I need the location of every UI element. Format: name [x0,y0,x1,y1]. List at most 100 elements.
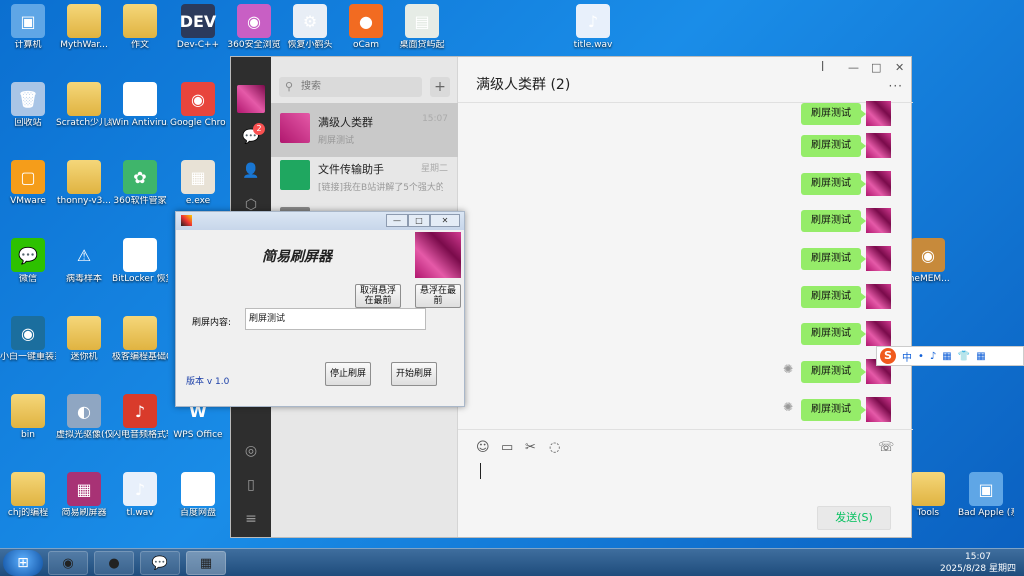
desktop-icon[interactable]: 💬 微信 [0,238,56,285]
desktop-icon[interactable]: ♪ tl.wav [112,472,168,519]
desktop-icon[interactable]: ⚙ 恢复小鹤头 [282,4,338,51]
desktop-icon[interactable]: 极客编程基础00bc [112,316,168,363]
desktop-icon[interactable]: Scratch少儿编程软件 [56,82,112,129]
folder-icon[interactable]: ▭ [501,440,513,455]
desktop-icon[interactable]: DEV Dev-C++ [170,4,226,51]
message-avatar[interactable] [866,208,891,233]
desktop-icon-label: title.wav [573,40,613,50]
more-icon[interactable]: ··· [889,79,903,93]
chat-title: 满级人类群 (2) [476,77,571,93]
chat-bubble-icon[interactable]: ◌ [549,440,560,455]
message-bubble[interactable]: 刷屏测试 [801,135,866,157]
chrome-taskbar-icon[interactable]: ◉ [48,551,88,575]
ime-item[interactable]: ▦ [942,351,951,362]
desktop-icon[interactable]: ◐ 虚拟光驱像(仅Win7) [56,394,112,441]
stop-button[interactable]: 停止刷屏 [325,362,371,386]
desktop-icon[interactable]: ⚠ 病毒样本 [56,238,112,285]
desktop-icon[interactable]: ◉ 小白一键重装系统 [0,316,56,363]
desktop-icon[interactable]: 🗑 回收站 [0,82,56,129]
message-bubble[interactable]: 刷屏测试 [801,103,866,125]
desktop-icon-glyph: ☁ [181,472,215,506]
desktop-icon[interactable]: ● oCam [338,4,394,51]
minimize-button[interactable]: — [386,214,408,227]
desktop-icon[interactable]: ▤ BitLocker 恢复密钥 B3... [112,238,168,285]
chat-list-item[interactable]: 文件传输助手 [链接]我在B站讲解了5个强大的... 星期二 [271,150,458,204]
my-avatar[interactable] [237,85,265,113]
chat-icon[interactable]: 💬 2 [241,123,265,147]
message-avatar[interactable] [866,321,891,346]
add-button[interactable]: + [430,77,450,97]
wechat-taskbar-icon[interactable]: 💬 [140,551,180,575]
message-avatar[interactable] [866,133,891,158]
desktop-icon[interactable]: ◉ Google Chrome [170,82,226,129]
message-avatar[interactable] [866,246,891,271]
desktop-icon-glyph: ▢ [11,160,45,194]
desktop-icon[interactable]: ◉ 360安全浏览 [226,4,282,51]
contacts-icon[interactable]: 👤 [241,161,261,181]
text-cursor[interactable] [480,463,481,479]
message-bubble[interactable]: 刷屏测试 [801,248,866,270]
close-button[interactable]: ✕ [430,214,460,227]
desktop-icon[interactable]: ◎ Win Antiviru... [112,82,168,129]
phone-icon[interactable]: ▯ [241,475,261,495]
message-avatar[interactable] [866,397,891,422]
cancel-topmost-button[interactable]: 取消悬浮在最前 [355,284,401,308]
start-button[interactable]: ⊞ [3,550,43,576]
message-bubble[interactable]: 刷屏测试 [801,210,866,232]
maximize-button[interactable]: □ [871,61,881,74]
clock[interactable]: 15:07 2025/8/28 星期四 [940,551,1016,575]
desktop-icon[interactable]: bin [0,394,56,441]
ocam-taskbar-icon[interactable]: ● [94,551,134,575]
desktop-icon[interactable]: 迷你机 [56,316,112,363]
desktop-icon-label: 小白一键重装系统 [0,352,56,362]
start-button[interactable]: 开始刷屏 [391,362,437,386]
chat-time: 星期二 [420,164,448,174]
title-bar[interactable]: — □ ✕ [176,212,464,230]
message-avatar[interactable] [866,101,891,126]
chat-preview: [链接]我在B站讲解了5个强大的... [318,183,443,193]
desktop-icon[interactable]: chj的编程 [0,472,56,519]
message-bubble[interactable]: 刷屏测试 [801,173,866,195]
topmost-button[interactable]: 悬浮在最前 [415,284,461,308]
send-button[interactable]: 发送(S) [817,506,891,530]
search-input[interactable]: ⚲ 搜索 [279,77,422,97]
message-bubble[interactable]: 刷屏测试 [801,286,866,308]
ime-item[interactable]: 中 [902,349,912,364]
desktop-icon[interactable]: ▦ e.exe [170,160,226,207]
ime-item[interactable]: ♪ [930,351,936,362]
content-input[interactable]: 刷屏测试 [245,308,426,330]
desktop-icon[interactable]: ▢ VMware [0,160,56,207]
emoji-icon[interactable]: ☺ [476,440,490,455]
message-avatar[interactable] [866,284,891,309]
spam-tool-taskbar-icon[interactable]: ▦ [186,551,226,575]
desktop-icon[interactable]: 作文 [112,4,168,51]
close-button[interactable]: ✕ [895,61,904,74]
desktop-icon[interactable]: ▣ 计算机 [0,4,56,51]
scissors-icon[interactable]: ✂ [525,440,536,455]
ime-item[interactable]: 👕 [958,351,970,362]
ime-toolbar[interactable]: S 中 • ♪ ▦ 👕 ▦ [876,346,1024,366]
desktop-icon[interactable]: ▣ Bad Apple (系统崩... [958,472,1014,519]
chat-list-item[interactable]: 满级人类群 刷屏测试 15:07 [271,103,458,157]
message-avatar[interactable] [866,171,891,196]
desktop-icon[interactable]: ♪ title.wav [565,4,621,51]
message-bubble[interactable]: 刷屏测试 [801,361,866,383]
pin-icon[interactable]: ꟾ [821,61,824,74]
minimize-button[interactable]: — [848,61,859,74]
desktop-icon[interactable]: MythWar... [56,4,112,51]
message-bubble[interactable]: 刷屏测试 [801,323,866,345]
ime-item[interactable]: ▦ [976,351,985,362]
maximize-button[interactable]: □ [408,214,430,227]
desktop-icon[interactable]: ☁ 百度网盘 [170,472,226,519]
message-bubble[interactable]: 刷屏测试 [801,399,866,421]
desktop-icon[interactable]: ▦ 简易刷屏器 [56,472,112,519]
ime-item[interactable]: • [918,351,924,362]
desktop-icon-glyph: ♪ [123,394,157,428]
call-icon[interactable]: ☏ [878,440,894,455]
menu-icon[interactable]: ≡ [241,509,261,529]
desktop-icon[interactable]: ▤ 桌面贷屿起 [394,4,450,51]
desktop-icon[interactable]: thonny-v3... [56,160,112,207]
desktop-icon[interactable]: ♪ 闪电音频格式转换器 [112,394,168,441]
moments-icon[interactable]: ◎ [241,441,261,461]
desktop-icon[interactable]: ✿ 360软件管家 [112,160,168,207]
